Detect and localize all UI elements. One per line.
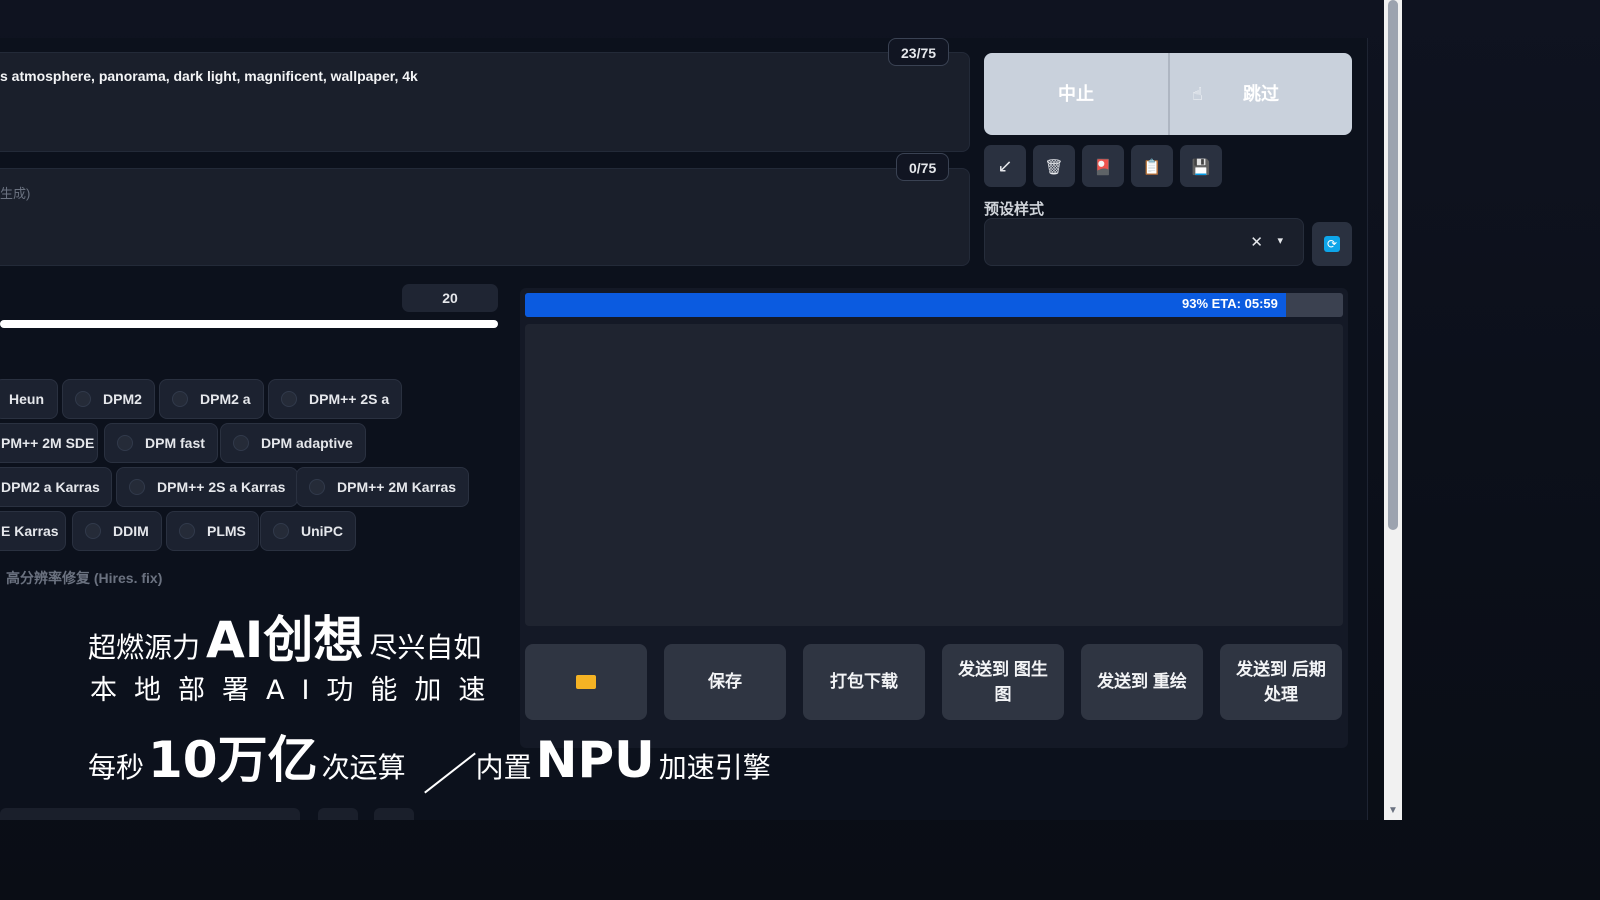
radio-icon xyxy=(75,391,91,408)
send-to-inpaint-button[interactable]: 发送到 重绘 xyxy=(1081,644,1203,720)
radio-icon xyxy=(172,391,188,408)
sampler-option[interactable]: DPM fast xyxy=(104,423,218,463)
steps-slider[interactable] xyxy=(0,320,498,328)
interrupt-button[interactable]: 中止 xyxy=(984,53,1168,135)
negative-prompt-placeholder: 生成) xyxy=(0,186,31,201)
progress-fill xyxy=(525,293,1286,317)
clipboard-icon: 📋 xyxy=(1142,159,1162,176)
radio-icon xyxy=(129,479,145,496)
style-icon: 🎴 xyxy=(1093,159,1113,176)
zip-download-button[interactable]: 打包下载 xyxy=(803,644,925,720)
steps-number-input[interactable]: 20 xyxy=(402,284,498,312)
mouse-cursor-icon: ☝ xyxy=(1192,84,1203,104)
sampler-option[interactable]: UniPC xyxy=(260,511,356,551)
sampler-option[interactable]: DPM++ 2M Karras xyxy=(296,467,470,507)
read-generation-params-button[interactable]: ↙ xyxy=(984,145,1026,187)
radio-icon xyxy=(179,523,195,540)
trash-icon: 🗑 xyxy=(1044,159,1064,176)
bottom-button-stub xyxy=(374,808,414,820)
progress-text: 93% ETA: 05:59 xyxy=(1182,296,1278,311)
radio-icon xyxy=(309,479,325,496)
bottom-button-stub xyxy=(318,808,358,820)
open-folder-button[interactable] xyxy=(525,644,647,720)
radio-icon xyxy=(117,435,133,452)
hires-fix-checkbox[interactable]: 高分辨率修复 (Hires. fix) xyxy=(6,568,162,588)
scroll-down-arrow-icon[interactable]: ▼ xyxy=(1386,804,1400,818)
negative-prompt-input[interactable] xyxy=(0,168,970,266)
sampler-option[interactable]: DPM2 a xyxy=(159,379,264,419)
promo-line-1: 超燃源力 AI创想 尽兴自如 xyxy=(88,611,482,669)
arrow-icon: ↙ xyxy=(997,156,1013,176)
progress-bar: 93% ETA: 05:59 xyxy=(525,293,1343,317)
skip-label: 跳过 xyxy=(1243,84,1279,104)
refresh-icon: ⟳ xyxy=(1324,235,1340,252)
radio-icon xyxy=(273,523,289,540)
radio-icon xyxy=(85,523,101,540)
sampler-option[interactable]: DPM2 xyxy=(62,379,155,419)
sampler-option[interactable]: Heun xyxy=(0,379,58,419)
bottom-input-stub xyxy=(0,808,300,820)
prompt-input[interactable] xyxy=(0,52,970,152)
clear-prompt-button[interactable]: 🗑 xyxy=(1033,145,1075,187)
chevron-down-icon[interactable]: ▾ xyxy=(1277,234,1283,247)
send-to-img2img-button[interactable]: 发送到 图生图 xyxy=(942,644,1064,720)
promo-line-2: 本地部署AI功能加速 xyxy=(90,675,503,706)
sampler-option[interactable]: DPM2 a Karras xyxy=(0,467,112,507)
send-to-extras-button[interactable]: 发送到 后期处理 xyxy=(1220,644,1342,720)
promo-line-3: 每秒10万亿 次运算 内置NPU 加速引擎 xyxy=(88,720,771,798)
sampler-option[interactable]: DPM++ 2S a Karras xyxy=(116,467,299,507)
apply-styles-button[interactable]: 📋 xyxy=(1131,145,1173,187)
sampler-option[interactable]: PLMS xyxy=(166,511,259,551)
output-gallery[interactable] xyxy=(525,324,1343,626)
radio-icon xyxy=(281,391,297,408)
negative-token-counter: 0/75 xyxy=(896,153,950,181)
slash-divider xyxy=(406,748,476,798)
save-button[interactable]: 保存 xyxy=(664,644,786,720)
folder-icon xyxy=(576,675,596,689)
preset-styles-dropdown[interactable]: ✕ ▾ xyxy=(984,218,1304,266)
clear-icon[interactable]: ✕ xyxy=(1250,233,1263,251)
scrollbar-thumb[interactable] xyxy=(1388,0,1398,530)
prompt-token-counter: 23/75 xyxy=(888,38,950,66)
save-icon: 💾 xyxy=(1191,159,1211,176)
preset-styles-label: 预设样式 xyxy=(984,201,1045,218)
show-extra-networks-button[interactable]: 🎴 xyxy=(1082,145,1124,187)
refresh-styles-button[interactable]: ⟳ xyxy=(1312,222,1352,266)
radio-icon xyxy=(233,435,249,452)
sampler-option[interactable]: DPM adaptive xyxy=(220,423,366,463)
sampler-option[interactable]: E Karras xyxy=(0,511,66,551)
sampler-option[interactable]: DPM++ 2S a xyxy=(268,379,403,419)
sampler-option[interactable]: PM++ 2M SDE xyxy=(0,423,98,463)
sampler-option[interactable]: DDIM xyxy=(72,511,162,551)
save-style-button[interactable]: 💾 xyxy=(1180,145,1222,187)
prompt-text: s atmosphere, panorama, dark light, magn… xyxy=(0,68,418,84)
